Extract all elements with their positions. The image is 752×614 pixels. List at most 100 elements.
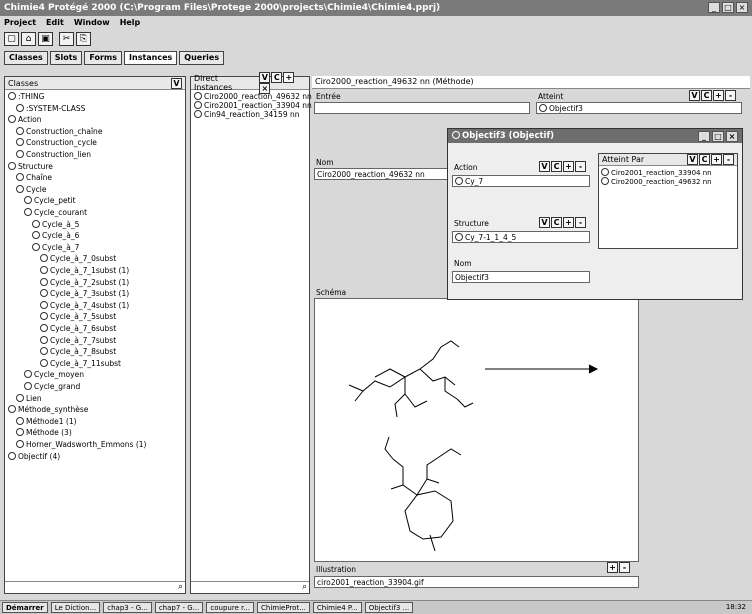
cut-icon[interactable]: ✂ <box>59 32 74 46</box>
dialog-nom-field[interactable]: Objectif3 <box>452 271 590 283</box>
remove-structure-button[interactable]: - <box>575 217 586 228</box>
class-tree-item[interactable]: Cycle_à_7 <box>32 242 79 252</box>
champs-field[interactable] <box>314 102 530 114</box>
create-atteint-button[interactable]: C <box>701 90 712 101</box>
class-tree-item[interactable]: Méthode (3) <box>16 428 72 437</box>
nom-field[interactable]: Ciro2000_reaction_49632 nn <box>314 168 454 180</box>
close-button[interactable]: × <box>736 2 748 13</box>
atteint-par-item[interactable]: Ciro2001_reaction_33904 nn <box>601 168 735 177</box>
create-instance-button[interactable]: C <box>271 72 283 83</box>
class-tree-item[interactable]: Cycle_à_7_1subst (1) <box>40 266 129 275</box>
class-tree-item[interactable]: Chaîne <box>16 173 52 182</box>
class-tree-item[interactable]: Cycle_à_7_8subst <box>40 347 116 356</box>
fichier-field[interactable]: ciro2001_reaction_33904.gif <box>314 576 639 588</box>
tab-instances[interactable]: Instances <box>124 51 178 65</box>
class-tree-item[interactable]: Cycle <box>16 184 47 194</box>
class-tree-item[interactable]: :SYSTEM-CLASS <box>16 103 85 113</box>
instance-item[interactable]: Ciro2000_reaction_49632 nn <box>194 92 312 101</box>
view-instance-button[interactable]: V <box>259 72 271 83</box>
menu-window[interactable]: Window <box>74 18 110 28</box>
new-icon[interactable]: ▢ <box>4 32 19 46</box>
add-structure-button[interactable]: + <box>563 217 574 228</box>
tab-forms[interactable]: Forms <box>84 51 123 65</box>
save-icon[interactable]: ▣ <box>38 32 53 46</box>
class-tree-item[interactable]: Cycle_à_7_3subst (1) <box>40 289 129 298</box>
taskbar-item[interactable]: chap3 - G... <box>103 602 152 613</box>
taskbar-item[interactable]: Objectif3 ... <box>364 602 414 613</box>
class-tree-item[interactable]: Construction_cycle <box>16 138 97 147</box>
menu-project[interactable]: Project <box>4 18 36 28</box>
search-icon[interactable]: ⌕ <box>178 582 183 592</box>
tab-slots[interactable]: Slots <box>49 51 83 65</box>
remove-atteint-button[interactable]: - <box>725 90 736 101</box>
add-atteint-par-button[interactable]: + <box>711 154 722 165</box>
class-tree-item[interactable]: Cycle_à_7_2subst (1) <box>40 277 129 287</box>
class-tree-item[interactable]: Action <box>8 115 42 124</box>
class-tree-item[interactable]: Cycle_à_7_0subst <box>40 254 116 263</box>
class-tree-item[interactable]: Cycle_à_7_5subst <box>40 312 116 321</box>
add-fichier-button[interactable]: + <box>607 562 618 573</box>
taskbar-item[interactable]: Chimie4 P... <box>312 602 362 613</box>
instance-item[interactable]: Cin94_reaction_34159 nn <box>194 110 306 119</box>
instance-icon <box>194 101 202 109</box>
taskbar-item[interactable]: ChimieProt... <box>257 602 310 613</box>
instance-item[interactable]: Ciro2001_reaction_33904 nn <box>194 101 312 110</box>
taskbar-item[interactable]: coupure r... <box>206 602 255 613</box>
class-tree-item[interactable]: Cycle_à_7_4subst (1) <box>40 300 129 310</box>
class-tree-item[interactable]: Structure <box>8 161 53 171</box>
tab-queries[interactable]: Queries <box>179 51 225 65</box>
atteint-field[interactable]: Objectif3 <box>536 102 742 114</box>
class-tree-item[interactable]: Cycle_moyen <box>24 370 84 379</box>
action-field[interactable]: Cy_7 <box>452 175 590 187</box>
structure-field[interactable]: Cy_7-1_1_4_5 <box>452 231 590 243</box>
copy-icon[interactable]: ⎘ <box>76 32 91 46</box>
class-tree-item[interactable]: Cycle_à_6 <box>32 231 79 240</box>
class-tree-item[interactable]: Construction_lien <box>16 150 91 159</box>
class-tree-item[interactable]: Cycle_à_5 <box>32 219 79 229</box>
class-tree-item[interactable]: Méthode1 (1) <box>16 416 77 426</box>
view-structure-button[interactable]: V <box>539 217 550 228</box>
class-tree-item[interactable]: :THING <box>8 92 44 101</box>
class-tree-item[interactable]: Objectif (4) <box>8 451 60 461</box>
create-atteint-par-button[interactable]: C <box>699 154 710 165</box>
view-atteint-button[interactable]: V <box>689 90 700 101</box>
class-tree-item[interactable]: Cycle_à_7_6subst <box>40 324 116 333</box>
open-icon[interactable]: ⌂ <box>21 32 36 46</box>
view-action-button[interactable]: V <box>539 161 550 172</box>
taskbar-item[interactable]: Le Diction... <box>50 602 101 613</box>
add-action-button[interactable]: + <box>563 161 574 172</box>
maximize-button[interactable]: □ <box>722 2 734 13</box>
search-icon[interactable]: ⌕ <box>302 582 307 592</box>
class-tree-item[interactable]: Cycle_grand <box>24 382 80 391</box>
dialog-close-button[interactable]: × <box>726 131 738 142</box>
taskbar-item[interactable]: chap7 - G... <box>154 602 204 613</box>
dialog-minimize-button[interactable]: _ <box>698 131 710 142</box>
class-tree-item[interactable]: Horner_Wadsworth_Emmons (1) <box>16 440 146 449</box>
menu-help[interactable]: Help <box>120 18 141 28</box>
menu-edit[interactable]: Edit <box>46 18 64 28</box>
view-class-button[interactable]: V <box>171 77 182 89</box>
dialog-maximize-button[interactable]: □ <box>712 131 724 142</box>
add-instance-button[interactable]: + <box>283 72 295 83</box>
minimize-button[interactable]: _ <box>708 2 720 13</box>
view-atteint-par-button[interactable]: V <box>687 154 698 165</box>
remove-fichier-button[interactable]: - <box>619 562 630 573</box>
class-tree-item[interactable]: Construction_chaîne <box>16 126 102 136</box>
start-button[interactable]: Démarrer <box>2 602 48 613</box>
class-tree-item[interactable]: Méthode_synthèse <box>8 405 88 414</box>
tab-classes[interactable]: Classes <box>4 51 48 65</box>
atteint-par-item[interactable]: Ciro2000_reaction_49632 nn <box>601 177 735 186</box>
class-tree-item[interactable]: Cycle_à_7_7subst <box>40 335 116 345</box>
class-search-field[interactable]: ⌕ <box>5 581 185 593</box>
create-structure-button[interactable]: C <box>551 217 562 228</box>
class-tree-item[interactable]: Cycle_courant <box>24 208 87 217</box>
remove-atteint-par-button[interactable]: - <box>723 154 734 165</box>
class-icon <box>40 335 48 344</box>
remove-action-button[interactable]: - <box>575 161 586 172</box>
class-tree-item[interactable]: Cycle_petit <box>24 196 76 205</box>
class-tree-item[interactable]: Cycle_à_7_11subst <box>40 358 121 368</box>
instance-search-field[interactable]: ⌕ <box>191 581 309 593</box>
class-tree-item[interactable]: Lien <box>16 393 42 403</box>
add-atteint-button[interactable]: + <box>713 90 724 101</box>
create-action-button[interactable]: C <box>551 161 562 172</box>
